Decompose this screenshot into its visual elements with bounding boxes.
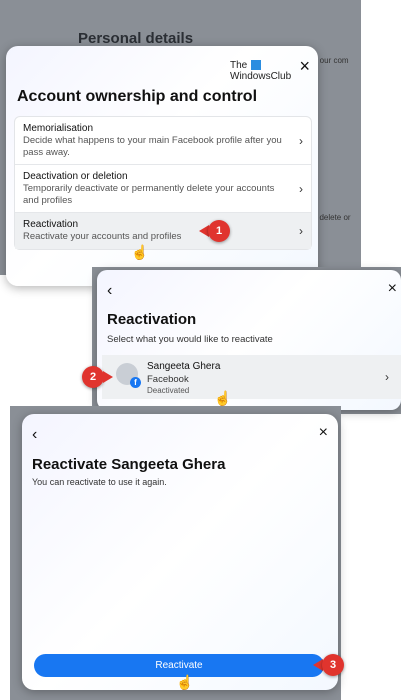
option-description: Decide what happens to your main Faceboo… bbox=[23, 135, 282, 158]
chevron-right-icon: › bbox=[299, 223, 303, 238]
option-reactivation[interactable]: Reactivation Reactivate your accounts an… bbox=[15, 213, 311, 249]
account-row[interactable]: f Sangeeta Ghera Facebook Deactivated › bbox=[102, 355, 401, 399]
dialog-title: Reactivate Sangeeta Ghera bbox=[32, 456, 226, 473]
options-list: Memorialisation Decide what happens to y… bbox=[14, 116, 312, 250]
close-icon[interactable]: × bbox=[319, 424, 328, 442]
reactivation-dialog: ‹ × Reactivation Select what you would l… bbox=[97, 270, 401, 410]
close-icon[interactable]: × bbox=[388, 280, 397, 298]
hand-cursor-icon: ☝ bbox=[131, 244, 149, 260]
callout-pointer bbox=[103, 371, 113, 383]
option-title: Memorialisation bbox=[23, 123, 94, 134]
account-name: Sangeeta Ghera bbox=[147, 361, 221, 372]
dialog-title: Account ownership and control bbox=[17, 88, 258, 105]
logo-square-icon bbox=[251, 60, 262, 70]
chevron-right-icon: › bbox=[385, 370, 389, 384]
option-title: Deactivation or deletion bbox=[23, 171, 128, 182]
dialog-subtitle: You can reactivate to use it again. bbox=[32, 477, 167, 487]
dialog-subtitle: Select what you would like to reactivate bbox=[107, 334, 273, 345]
dialog-title: Reactivation bbox=[107, 311, 197, 328]
hand-cursor-icon: ☝ bbox=[214, 390, 232, 406]
close-icon[interactable]: × bbox=[299, 56, 310, 77]
account-ownership-dialog: The WindowsClub × Account ownership and … bbox=[6, 46, 318, 286]
callout-badge-3: 3 bbox=[322, 654, 344, 676]
chevron-right-icon: › bbox=[299, 181, 303, 196]
facebook-icon: f bbox=[130, 377, 141, 388]
option-description: Temporarily deactivate or permanently de… bbox=[23, 183, 275, 206]
back-arrow-icon[interactable]: ‹ bbox=[32, 426, 37, 444]
account-platform: Facebook bbox=[147, 374, 189, 385]
option-title: Reactivation bbox=[23, 219, 79, 230]
windowsclub-logo: The WindowsClub bbox=[230, 60, 292, 82]
callout-badge-2: 2 bbox=[82, 366, 104, 388]
background-edge-text: s, delete or bbox=[311, 213, 351, 222]
chevron-right-icon: › bbox=[299, 133, 303, 148]
callout-badge-1: 1 bbox=[208, 220, 230, 242]
back-arrow-icon[interactable]: ‹ bbox=[107, 282, 112, 300]
option-deactivation-deletion[interactable]: Deactivation or deletion Temporarily dea… bbox=[15, 165, 311, 213]
option-memorialisation[interactable]: Memorialisation Decide what happens to y… bbox=[15, 117, 311, 165]
account-status: Deactivated bbox=[147, 386, 190, 395]
hand-cursor-icon: ☝ bbox=[176, 674, 194, 690]
background-heading: Personal details bbox=[78, 30, 194, 47]
option-description: Reactivate your accounts and profiles bbox=[23, 231, 182, 242]
reactivate-account-dialog: ‹ × Reactivate Sangeeta Ghera You can re… bbox=[22, 414, 338, 690]
background-edge-text: p our com bbox=[313, 56, 349, 65]
